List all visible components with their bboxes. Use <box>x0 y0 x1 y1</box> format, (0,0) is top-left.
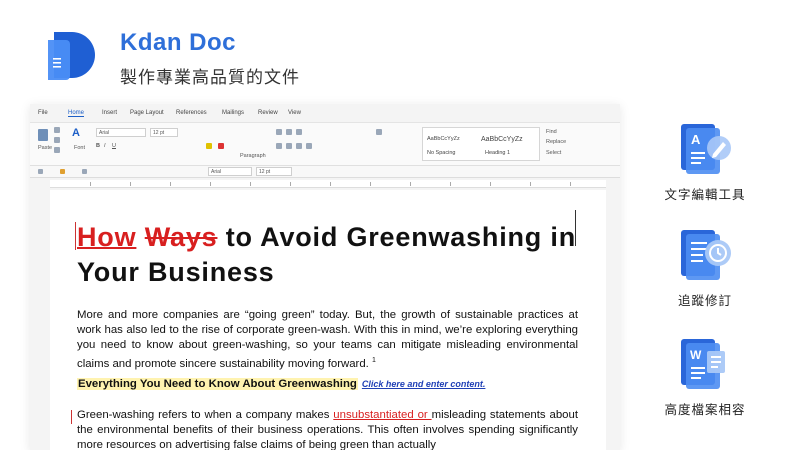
menu-file[interactable]: File <box>38 110 48 116</box>
document-editor-window: File Home Insert Page Layout References … <box>30 104 620 450</box>
feature-compatibility: W 高度檔案相容 <box>650 337 760 418</box>
font-color-icon[interactable] <box>218 143 224 149</box>
feature-compatibility-label: 高度檔案相容 <box>664 403 746 417</box>
history-icon <box>677 228 733 284</box>
font-size-select[interactable]: 12 pt <box>150 128 178 137</box>
style-normal-label: No Spacing <box>427 150 456 156</box>
body-paragraph[interactable]: Green-washing refers to when a company m… <box>77 408 578 450</box>
font-style-icon[interactable]: A <box>72 127 80 139</box>
format-painter-icon[interactable] <box>54 147 60 153</box>
multilevel-icon[interactable] <box>296 129 302 135</box>
menu-bar: File Home Insert Page Layout References … <box>30 110 620 122</box>
align-center-icon[interactable] <box>286 143 292 149</box>
text-edit-icon: A <box>677 122 733 178</box>
new-doc-icon[interactable] <box>38 169 43 174</box>
revision-bar-2 <box>71 410 72 424</box>
font-family-select-2[interactable]: Arial <box>208 167 252 176</box>
justify-icon[interactable] <box>306 143 312 149</box>
footnote-ref[interactable]: 1 <box>372 357 376 364</box>
replace-button[interactable]: Replace <box>546 139 566 145</box>
align-right-icon[interactable] <box>296 143 302 149</box>
quick-toolbar: Arial 12 pt <box>30 166 620 178</box>
style-normal-preview[interactable]: AaBbCcYyZz <box>427 136 460 142</box>
italic-button[interactable]: I <box>104 143 106 149</box>
title-inserted-word: How <box>77 222 137 252</box>
style-heading-label: Heading 1 <box>485 150 511 156</box>
bullets-icon[interactable] <box>276 129 282 135</box>
open-folder-icon[interactable] <box>60 169 65 174</box>
feature-text-editing-label: 文字編輯工具 <box>664 188 746 202</box>
app-screen: Kdan Doc 製作專業高品質的文件 File Home Insert Pag… <box>0 0 800 450</box>
menu-view[interactable]: View <box>288 110 301 116</box>
style-heading-preview[interactable]: AaBbCcYyZz <box>481 136 523 143</box>
copy-icon[interactable] <box>54 137 60 143</box>
menu-references[interactable]: References <box>176 110 207 116</box>
menu-page-layout[interactable]: Page Layout <box>130 110 164 116</box>
section-heading[interactable]: Everything You Need to Know About Greenw… <box>77 378 485 390</box>
bold-button[interactable]: B <box>96 143 100 149</box>
feature-track-changes-label: 追蹤修訂 <box>677 294 732 308</box>
menu-mailings[interactable]: Mailings <box>222 110 244 116</box>
highlight-icon[interactable] <box>206 143 212 149</box>
select-button[interactable]: Select <box>546 150 561 156</box>
numbering-icon[interactable] <box>286 129 292 135</box>
feature-track-changes: 追蹤修訂 <box>650 228 760 309</box>
kdan-doc-logo-icon <box>48 32 95 80</box>
font-label: Font <box>74 145 86 151</box>
intro-text: More and more companies are “going green… <box>77 309 578 370</box>
menu-home[interactable]: Home <box>68 110 85 117</box>
styles-gallery: AaBbCcYyZz No Spacing AaBbCcYyZz Heading… <box>422 127 540 161</box>
brand-name: Kdan Doc <box>120 29 237 56</box>
menu-insert[interactable]: Insert <box>102 110 117 116</box>
title-deleted-word: Ways <box>144 222 218 252</box>
svg-text:W: W <box>690 348 702 362</box>
intro-paragraph[interactable]: More and more companies are “going green… <box>77 308 578 372</box>
show-marks-icon[interactable] <box>376 129 382 135</box>
align-left-icon[interactable] <box>276 143 282 149</box>
content-placeholder-link[interactable]: Click here and enter content. <box>362 379 486 389</box>
home-ribbon: Paste A Font Arial 12 pt B I U Paragraph… <box>30 122 620 166</box>
font-family-select[interactable]: Arial <box>96 128 146 137</box>
font-size-select-2[interactable]: 12 pt <box>256 167 292 176</box>
ruler[interactable] <box>50 180 606 188</box>
underline-button[interactable]: U <box>112 143 116 149</box>
body-text-a: Green-washing refers to when a company m… <box>77 409 334 421</box>
paragraph-label: Paragraph <box>240 153 266 159</box>
document-page[interactable]: How Ways to Avoid Greenwashing in Your B… <box>50 190 606 450</box>
find-button[interactable]: Find <box>546 129 557 135</box>
brand-tagline: 製作專業高品質的文件 <box>120 68 300 87</box>
svg-text:A: A <box>691 132 701 147</box>
save-icon[interactable] <box>82 169 87 174</box>
document-title[interactable]: How Ways to Avoid Greenwashing in Your B… <box>77 220 587 290</box>
menu-review[interactable]: Review <box>258 110 278 116</box>
cut-icon[interactable] <box>54 127 60 133</box>
tracked-insertion: unsubstantiated or <box>333 409 432 421</box>
feature-text-editing: A 文字編輯工具 <box>650 122 760 203</box>
word-file-icon: W <box>677 337 733 393</box>
paste-label: Paste <box>38 145 53 151</box>
section-heading-text: Everything You Need to Know About Greenw… <box>77 378 358 390</box>
paste-icon[interactable] <box>38 129 48 141</box>
revision-bar <box>75 222 76 250</box>
